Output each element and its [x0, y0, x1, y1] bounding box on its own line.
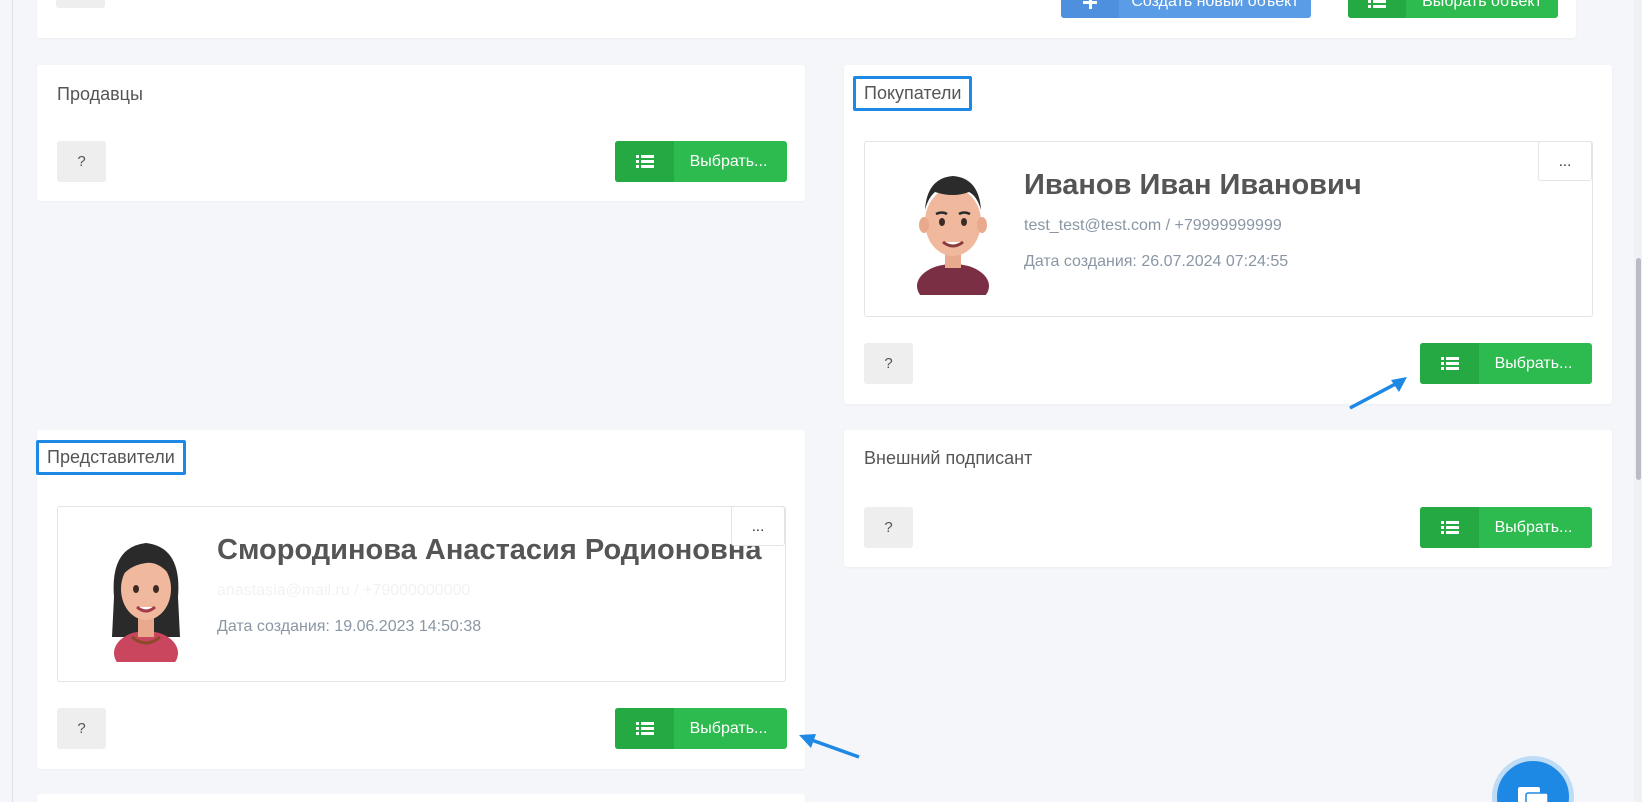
scrollbar-thumb[interactable]: [1636, 258, 1641, 480]
select-label: Выбрать...: [1494, 518, 1573, 536]
buyers-help-button[interactable]: ?: [864, 343, 913, 384]
representatives-title: Представители: [36, 440, 186, 475]
external-signer-title: Внешний подписант: [864, 448, 1033, 468]
select-label: Выбрать...: [1494, 354, 1573, 372]
top-help-button[interactable]: ?: [56, 0, 105, 8]
external-signer-help-button[interactable]: ?: [864, 507, 913, 548]
buyer-card: Иванов Иван Иванович test_test@test.com …: [864, 141, 1593, 317]
select-label: Выбрать...: [689, 152, 768, 170]
chat-icon[interactable]: [1492, 756, 1574, 802]
bottom-panel: [37, 794, 805, 802]
representative-more-button[interactable]: ...: [731, 506, 785, 546]
representative-card: Смородинова Анастасия Родионовна anastas…: [57, 506, 786, 682]
list-icon: [1348, 0, 1406, 18]
left-border: [12, 0, 13, 802]
sellers-help-button[interactable]: ?: [57, 141, 106, 182]
help-label: ?: [77, 720, 86, 737]
more-label: ...: [751, 517, 765, 535]
list-icon: [615, 141, 674, 182]
avatar-female: [106, 537, 186, 675]
arrow-annotation: [1349, 377, 1407, 410]
representative-name: Смородинова Анастасия Родионовна: [217, 534, 762, 566]
sellers-title: Продавцы: [57, 84, 143, 104]
list-icon: [615, 708, 674, 749]
representatives-help-button[interactable]: ?: [57, 708, 106, 749]
representative-contact: anastasia@mail.ru / +79000000000: [217, 582, 471, 599]
buyer-created-date: Дата создания: 26.07.2024 07:24:55: [1024, 253, 1289, 270]
arrow-annotation: [799, 734, 860, 759]
create-new-object-button[interactable]: Создать новый объект: [1061, 0, 1311, 18]
more-label: ...: [1558, 152, 1572, 170]
buyer-name: Иванов Иван Иванович: [1024, 169, 1362, 201]
buyers-title: Покупатели: [853, 76, 973, 111]
plus-icon: [1061, 0, 1119, 18]
sellers-select-button[interactable]: Выбрать...: [615, 141, 787, 182]
avatar-male: [913, 170, 993, 308]
sellers-panel: Продавцы ? Выбрать...: [37, 65, 805, 201]
representative-created-date: Дата создания: 19.06.2023 14:50:38: [217, 618, 482, 635]
select-label: Выбрать...: [689, 719, 768, 737]
help-label: ?: [884, 355, 893, 372]
scrollbar[interactable]: [1634, 0, 1642, 802]
representatives-select-button[interactable]: Выбрать...: [615, 708, 787, 749]
select-object-button[interactable]: Выбрать объект: [1348, 0, 1558, 18]
select-object-label: Выбрать объект: [1422, 0, 1542, 10]
list-icon: [1420, 507, 1479, 548]
help-label: ?: [77, 153, 86, 170]
list-icon: [1420, 343, 1479, 384]
representatives-panel: Представители Смородинова Анастасия Роди…: [36, 430, 805, 769]
help-label: ?: [76, 0, 84, 1]
buyers-panel: Покупатели Иванов Иван Иванович test_tes…: [844, 65, 1612, 404]
create-new-label: Создать новый объект: [1131, 0, 1299, 10]
buyer-contact: test_test@test.com / +79999999999: [1024, 217, 1282, 234]
top-panel: ? Создать новый объект Выбрать объект: [37, 0, 1576, 38]
buyers-select-button[interactable]: Выбрать...: [1420, 343, 1592, 384]
external-signer-panel: Внешний подписант ? Выбрать...: [844, 430, 1612, 567]
help-label: ?: [884, 519, 893, 536]
external-signer-select-button[interactable]: Выбрать...: [1420, 507, 1592, 548]
buyer-more-button[interactable]: ...: [1538, 141, 1592, 181]
